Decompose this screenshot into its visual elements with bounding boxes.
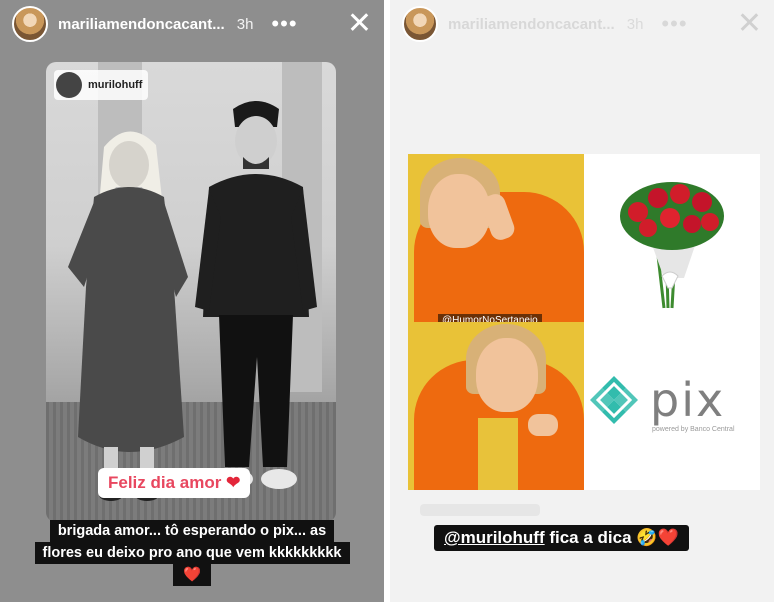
caption-text: fica a dica [544, 528, 637, 547]
story-right: mariliamendoncacant... 3h ••• ✕ @HumorNo… [390, 0, 774, 602]
story-header: mariliamendoncacant... 3h ••• ✕ [0, 0, 384, 48]
face [476, 338, 538, 412]
close-icon[interactable]: ✕ [347, 9, 372, 39]
pix-text: pix [650, 373, 726, 427]
tag-username: murilohuff [88, 79, 143, 91]
meme-panel-pix: pix powered by Banco Central [584, 322, 760, 490]
story-caption: @murilohuff fica a dica 🤣❤️ [434, 525, 689, 551]
meme-panel-disapprove: @HumorNoSertanejo [408, 154, 584, 322]
story-comment: brigada amor... tô esperando o pix... as… [0, 520, 384, 586]
timestamp: 3h [626, 15, 644, 33]
timestamp: 3h [236, 15, 254, 33]
meme-watermark: @HumorNoSertanejo [438, 314, 542, 322]
avatar[interactable] [402, 6, 438, 42]
woman-figure [68, 131, 188, 501]
user-tag[interactable]: murilohuff [54, 70, 149, 100]
more-dots-icon[interactable]: ••• [661, 13, 687, 35]
story-header: mariliamendoncacant... 3h ••• ✕ [390, 0, 774, 48]
meme-panel-roses [584, 154, 760, 322]
username[interactable]: mariliamendoncacant... [448, 16, 615, 33]
username[interactable]: mariliamendoncacant... [58, 16, 225, 33]
avatar[interactable] [12, 6, 48, 42]
man-figure [195, 101, 317, 489]
comment-line: flores eu deixo pro ano que vem kkkkkkkk… [34, 542, 350, 564]
emoji-icons: 🤣❤️ [636, 528, 679, 547]
roses-icon [620, 182, 724, 309]
more-dots-icon[interactable]: ••• [271, 13, 297, 35]
pix-icon [590, 376, 638, 424]
heart-icon: ❤ [226, 473, 241, 492]
hand [528, 414, 558, 436]
pix-subtext: powered by Banco Central [652, 426, 735, 433]
story-photo: murilohuff Feliz dia amor ❤ [46, 62, 336, 522]
close-icon[interactable]: ✕ [737, 9, 762, 39]
tag-avatar [56, 72, 82, 98]
sticker-text: Feliz dia amor [108, 473, 222, 492]
meme-image: @HumorNoSertanejo pix powered by Banco C… [408, 154, 760, 490]
face [428, 174, 490, 248]
pix-logo: pix [588, 374, 725, 426]
comment-line: brigada amor... tô esperando o pix... as [49, 520, 335, 542]
shirt [478, 418, 518, 490]
heart-icon: ❤️ [172, 564, 212, 586]
mention-link[interactable]: @murilohuff [444, 528, 545, 547]
photo-sticker: Feliz dia amor ❤ [98, 468, 251, 498]
story-left: mariliamendoncacant... 3h ••• ✕ murilohu… [0, 0, 384, 602]
meme-panel-approve [408, 322, 584, 490]
source-tag[interactable] [420, 504, 540, 516]
